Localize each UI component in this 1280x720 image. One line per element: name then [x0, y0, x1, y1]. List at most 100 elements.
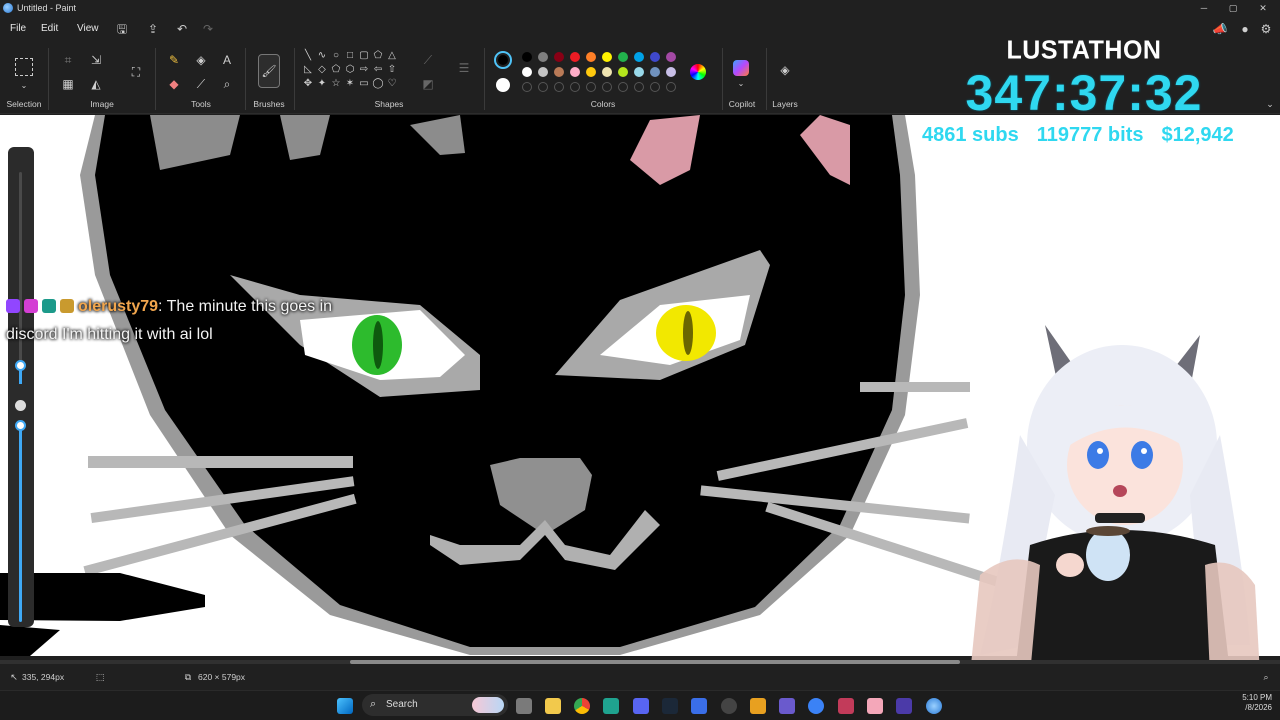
collapse-ribbon-icon[interactable]: ⌄: [1262, 96, 1278, 112]
custom-color-slot[interactable]: [650, 82, 660, 92]
color-swatch[interactable]: [602, 52, 612, 62]
primary-color-swatch[interactable]: [494, 51, 512, 69]
settings-app-icon[interactable]: [721, 698, 737, 714]
edit-menu[interactable]: Edit: [41, 23, 58, 34]
account-icon[interactable]: ●: [1237, 21, 1253, 37]
four-arrow-shape-icon[interactable]: ✥: [302, 78, 314, 90]
color-swatch[interactable]: [666, 67, 676, 77]
six-star-shape-icon[interactable]: ✶: [344, 78, 356, 90]
redo-icon[interactable]: ↷: [200, 21, 216, 37]
custom-color-slot[interactable]: [634, 82, 644, 92]
arrow-app-icon[interactable]: [750, 698, 766, 714]
save-icon[interactable]: 🖫: [114, 21, 130, 37]
opacity-thumb[interactable]: [15, 420, 26, 431]
edit-colors-icon[interactable]: [690, 64, 706, 80]
undo-icon[interactable]: ↶: [174, 21, 190, 37]
color-swatch[interactable]: [570, 52, 580, 62]
discord-icon[interactable]: [633, 698, 649, 714]
brush-size-thumb[interactable]: [15, 360, 26, 371]
app-icon[interactable]: [603, 698, 619, 714]
custom-color-slot[interactable]: [570, 82, 580, 92]
taskbar-search[interactable]: ⌕ Search: [362, 694, 508, 716]
close-button[interactable]: ✕: [1249, 1, 1277, 15]
heart-shape-icon[interactable]: ♡: [386, 78, 398, 90]
layers-icon[interactable]: ◈: [777, 62, 793, 78]
app-icon[interactable]: [779, 698, 795, 714]
secondary-color-swatch[interactable]: [496, 78, 510, 92]
shield-app-icon[interactable]: [691, 698, 707, 714]
horizontal-scrollbar[interactable]: [0, 660, 1280, 664]
start-button-icon[interactable]: [337, 698, 353, 714]
opacity-track[interactable]: [19, 422, 22, 622]
selection-tool-icon[interactable]: [15, 58, 33, 76]
shape-size-icon[interactable]: ☰: [456, 60, 472, 76]
custom-color-slot[interactable]: [554, 82, 564, 92]
color-swatch[interactable]: [522, 67, 532, 77]
oval-callout-shape-icon[interactable]: ◯: [372, 78, 384, 90]
pentagon-shape-icon[interactable]: ⬠: [330, 64, 342, 76]
chevron-down-icon[interactable]: ⌄: [733, 76, 749, 92]
fill-icon[interactable]: ◈: [193, 52, 209, 68]
color-swatch[interactable]: [570, 67, 580, 77]
app-icon[interactable]: [867, 698, 883, 714]
diamond-shape-icon[interactable]: ◇: [316, 64, 328, 76]
color-swatch[interactable]: [650, 67, 660, 77]
minimize-button[interactable]: ─: [1190, 1, 1218, 15]
rectangle-shape-icon[interactable]: □: [344, 50, 356, 62]
up-arrow-shape-icon[interactable]: ⇧: [386, 64, 398, 76]
resize-icon[interactable]: ⇲: [88, 52, 104, 68]
color-swatch[interactable]: [602, 67, 612, 77]
outline-icon[interactable]: ⟋: [420, 52, 436, 68]
color-swatch[interactable]: [554, 52, 564, 62]
app-icon[interactable]: [838, 698, 854, 714]
color-swatch[interactable]: [522, 52, 532, 62]
right-triangle-shape-icon[interactable]: ◺: [302, 64, 314, 76]
color-swatch[interactable]: [650, 52, 660, 62]
view-menu[interactable]: View: [77, 23, 99, 34]
color-swatch[interactable]: [634, 67, 644, 77]
paint-taskbar-icon[interactable]: [926, 698, 942, 714]
rotate-icon[interactable]: ◭: [88, 76, 104, 92]
file-menu[interactable]: File: [10, 23, 26, 34]
hexagon-shape-icon[interactable]: ⬡: [344, 64, 356, 76]
image-background-icon[interactable]: ⛶: [128, 64, 144, 80]
custom-color-slot[interactable]: [666, 82, 676, 92]
color-swatch[interactable]: [618, 52, 628, 62]
settings-icon[interactable]: ⚙: [1258, 21, 1274, 37]
maximize-button[interactable]: ▢: [1219, 1, 1247, 15]
zoom-icon[interactable]: ⌕: [1258, 669, 1274, 685]
callout-shape-icon[interactable]: ▭: [358, 78, 370, 90]
chevron-down-icon[interactable]: ⌄: [16, 78, 32, 94]
scrollbar-thumb[interactable]: [350, 660, 960, 664]
pencil-icon[interactable]: ✎: [166, 52, 182, 68]
oval-shape-icon[interactable]: ○: [330, 50, 342, 62]
color-swatch[interactable]: [634, 52, 644, 62]
obs-icon[interactable]: [808, 698, 824, 714]
system-clock[interactable]: 5:10 PM /8/2026: [1212, 693, 1272, 713]
select-all-icon[interactable]: ▦: [60, 76, 76, 92]
color-swatch[interactable]: [618, 67, 628, 77]
shape-fill-icon[interactable]: ◩: [420, 76, 436, 92]
feedback-icon[interactable]: 📣: [1212, 21, 1228, 37]
color-swatch[interactable]: [666, 52, 676, 62]
shapes-gallery[interactable]: ╲ ∿ ○ □ ▢ ⬠ △ ◺ ◇ ⬠ ⬡ ⇨ ⇦ ⇧ ✥ ✦ ☆ ✶ ▭ ◯ …: [302, 50, 406, 96]
color-swatch[interactable]: [538, 67, 548, 77]
share-icon[interactable]: ⇪: [145, 21, 161, 37]
brushes-button[interactable]: 🖌: [258, 54, 280, 88]
polygon-shape-icon[interactable]: ⬠: [372, 50, 384, 62]
line-shape-icon[interactable]: ╲: [302, 50, 314, 62]
eraser-icon[interactable]: ◆: [166, 76, 182, 92]
four-star-shape-icon[interactable]: ✦: [316, 78, 328, 90]
chrome-icon[interactable]: [574, 698, 590, 714]
color-swatch[interactable]: [538, 52, 548, 62]
custom-color-slot[interactable]: [602, 82, 612, 92]
crop-icon[interactable]: ⌗: [60, 52, 76, 68]
color-picker-icon[interactable]: ⟋: [193, 76, 209, 92]
triangle-shape-icon[interactable]: △: [386, 50, 398, 62]
left-arrow-shape-icon[interactable]: ⇦: [372, 64, 384, 76]
media-app-icon[interactable]: [896, 698, 912, 714]
magnifier-icon[interactable]: ⌕: [219, 76, 235, 92]
custom-color-slot[interactable]: [618, 82, 628, 92]
curve-shape-icon[interactable]: ∿: [316, 50, 328, 62]
steam-icon[interactable]: [662, 698, 678, 714]
